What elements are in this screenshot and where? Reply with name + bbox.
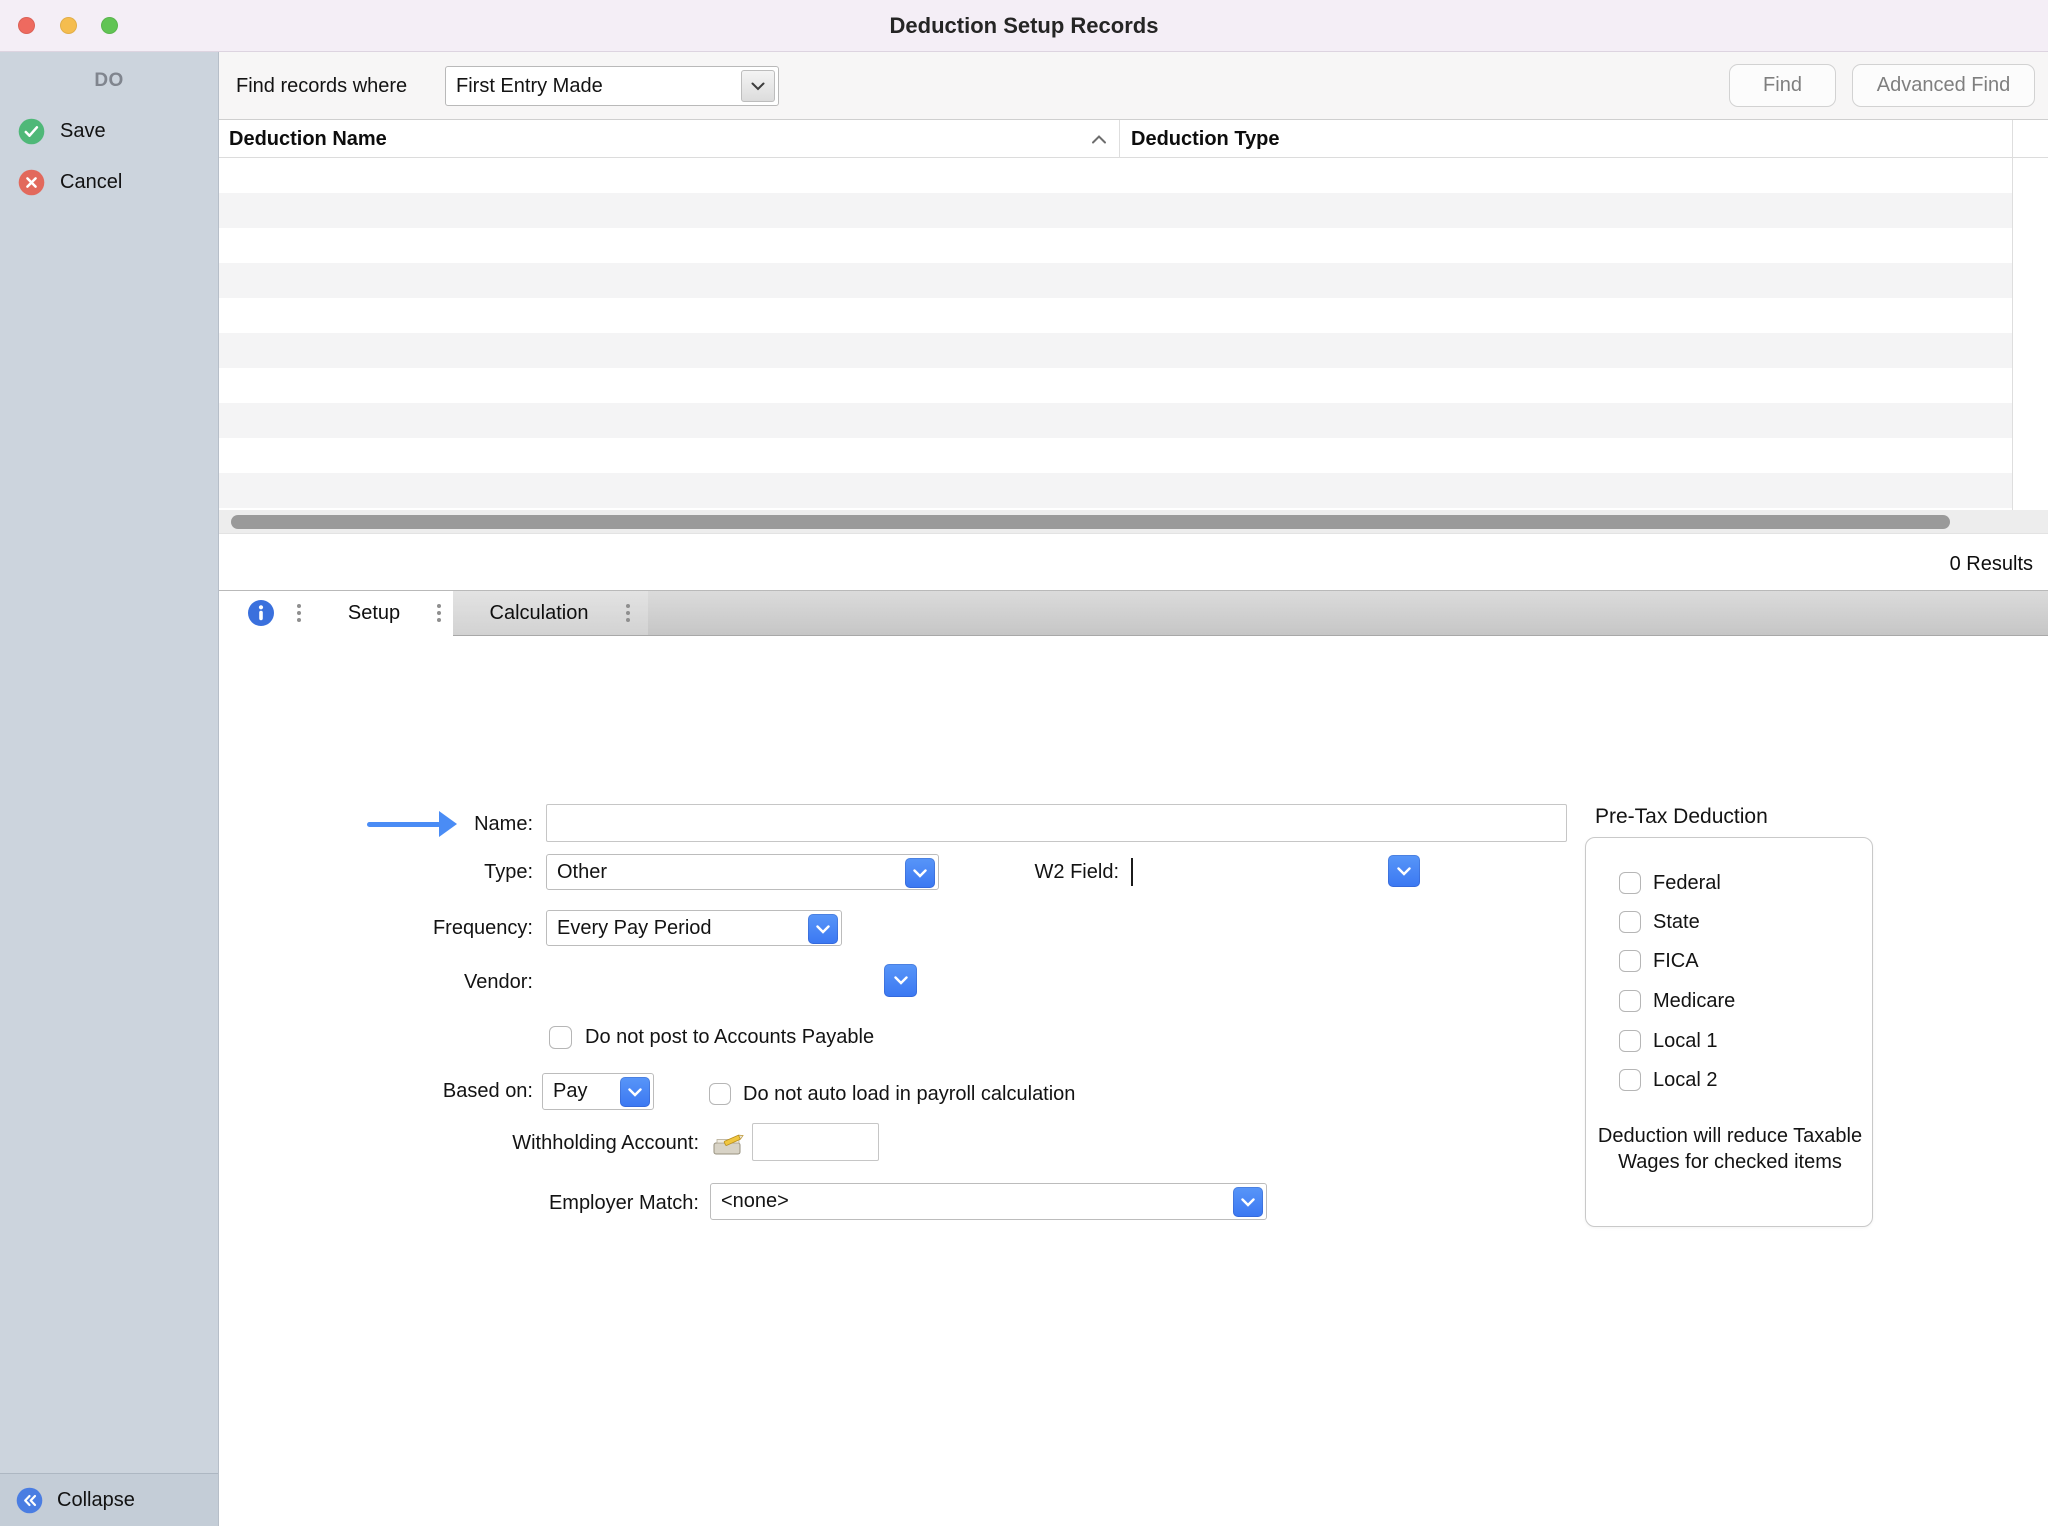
save-label: Save bbox=[60, 120, 106, 143]
tab-separator-dots bbox=[625, 604, 631, 624]
cancel-label: Cancel bbox=[60, 171, 122, 194]
tab-calculation[interactable]: Calculation bbox=[453, 591, 625, 635]
save-check-icon bbox=[18, 118, 45, 145]
collapse-chevrons-icon bbox=[16, 1487, 43, 1514]
cancel-x-icon bbox=[18, 169, 45, 196]
pretax-fica-checkbox[interactable] bbox=[1619, 950, 1641, 972]
collapse-button[interactable]: Collapse bbox=[0, 1473, 218, 1526]
type-dropdown[interactable]: Other bbox=[546, 854, 939, 890]
w2-field-label: W2 Field: bbox=[959, 858, 1119, 886]
pretax-deduction-panel: Federal State FICA Medicare Local 1 Loca… bbox=[1585, 837, 1873, 1227]
tab-separator-dots bbox=[436, 604, 442, 624]
ledger-account-icon[interactable] bbox=[712, 1130, 746, 1158]
based-on-dropdown[interactable]: Pay bbox=[542, 1073, 654, 1110]
type-value: Other bbox=[557, 855, 607, 889]
chevron-down-icon bbox=[1241, 1198, 1255, 1207]
pretax-local2-label: Local 2 bbox=[1653, 1066, 1718, 1094]
chevron-down-icon bbox=[1397, 867, 1411, 876]
find-records-where-label: Find records where bbox=[236, 52, 407, 120]
pretax-federal-label: Federal bbox=[1653, 869, 1721, 897]
chevron-down-icon bbox=[751, 82, 765, 91]
tab-setup[interactable]: Setup bbox=[315, 591, 433, 635]
frequency-value: Every Pay Period bbox=[557, 911, 712, 945]
collapse-label: Collapse bbox=[57, 1489, 135, 1512]
find-filter-value: First Entry Made bbox=[456, 67, 603, 105]
table-header: Deduction Name Deduction Type bbox=[219, 120, 2048, 158]
find-filter-dropdown[interactable]: First Entry Made bbox=[445, 66, 779, 106]
pretax-medicare-label: Medicare bbox=[1653, 987, 1735, 1015]
chevron-down-icon bbox=[913, 869, 927, 878]
pretax-local2-checkbox[interactable] bbox=[1619, 1069, 1641, 1091]
table-scrollbar-gutter bbox=[2013, 158, 2048, 510]
main-area: Find records where First Entry Made Find… bbox=[219, 52, 2048, 1526]
withholding-account-label: Withholding Account: bbox=[459, 1129, 699, 1157]
do-not-autoload-checkbox[interactable] bbox=[709, 1083, 731, 1105]
horizontal-scrollbar-track[interactable] bbox=[219, 510, 2048, 534]
employer-match-dropdown[interactable]: <none> bbox=[710, 1183, 1267, 1220]
tab-bar: Setup Calculation bbox=[219, 590, 2048, 636]
column-header-deduction-name[interactable]: Deduction Name bbox=[229, 120, 387, 158]
employer-match-value: <none> bbox=[721, 1184, 789, 1219]
sidebar-header: DO bbox=[0, 70, 218, 92]
do-not-autoload-label: Do not auto load in payroll calculation bbox=[743, 1080, 1075, 1108]
save-button[interactable]: Save bbox=[0, 115, 218, 147]
text-cursor bbox=[1131, 858, 1133, 886]
column-header-deduction-type[interactable]: Deduction Type bbox=[1131, 120, 1280, 158]
pretax-local1-checkbox[interactable] bbox=[1619, 1030, 1641, 1052]
table-body bbox=[219, 158, 2012, 510]
cancel-button[interactable]: Cancel bbox=[0, 166, 218, 198]
chevron-down-icon bbox=[628, 1088, 642, 1097]
window-title: Deduction Setup Records bbox=[0, 0, 2048, 52]
chevron-down-icon bbox=[894, 976, 908, 985]
w2-field-dropdown-button[interactable] bbox=[1388, 855, 1420, 887]
results-count: 0 Results bbox=[1950, 553, 2033, 576]
frequency-dropdown-button[interactable] bbox=[808, 914, 838, 944]
find-button[interactable]: Find bbox=[1729, 64, 1836, 107]
frequency-dropdown[interactable]: Every Pay Period bbox=[546, 910, 842, 946]
find-bar: Find records where First Entry Made Find… bbox=[219, 52, 2048, 120]
type-label: Type: bbox=[333, 858, 533, 886]
type-dropdown-button[interactable] bbox=[905, 858, 935, 888]
based-on-dropdown-button[interactable] bbox=[620, 1077, 650, 1107]
horizontal-scrollbar-thumb[interactable] bbox=[231, 515, 1950, 529]
pretax-fica-label: FICA bbox=[1653, 947, 1699, 975]
chevron-down-icon bbox=[816, 925, 830, 934]
advanced-find-button[interactable]: Advanced Find bbox=[1852, 64, 2035, 107]
pretax-state-label: State bbox=[1653, 908, 1700, 936]
do-not-post-ap-label: Do not post to Accounts Payable bbox=[585, 1023, 874, 1051]
vendor-dropdown-button[interactable] bbox=[884, 964, 917, 997]
pretax-federal-checkbox[interactable] bbox=[1619, 872, 1641, 894]
sort-ascending-icon[interactable] bbox=[1091, 135, 1107, 144]
employer-match-dropdown-button[interactable] bbox=[1233, 1187, 1263, 1217]
pretax-note: Deduction will reduce Taxable Wages for … bbox=[1596, 1123, 1864, 1175]
pretax-state-checkbox[interactable] bbox=[1619, 911, 1641, 933]
do-not-post-ap-checkbox[interactable] bbox=[549, 1026, 572, 1049]
based-on-value: Pay bbox=[553, 1074, 587, 1109]
employer-match-label: Employer Match: bbox=[459, 1189, 699, 1217]
title-bar: Deduction Setup Records bbox=[0, 0, 2048, 52]
pretax-local1-label: Local 1 bbox=[1653, 1027, 1718, 1055]
based-on-label: Based on: bbox=[333, 1077, 533, 1105]
sidebar: DO Save Cancel Collapse bbox=[0, 52, 219, 1526]
frequency-label: Frequency: bbox=[333, 914, 533, 942]
name-input[interactable] bbox=[546, 804, 1567, 842]
pretax-medicare-checkbox[interactable] bbox=[1619, 990, 1641, 1012]
pretax-deduction-title: Pre-Tax Deduction bbox=[1595, 805, 1768, 829]
info-icon[interactable] bbox=[247, 599, 275, 627]
tab-separator-dots bbox=[296, 604, 302, 624]
vendor-label: Vendor: bbox=[333, 968, 533, 996]
withholding-account-input[interactable] bbox=[752, 1123, 879, 1161]
name-label: Name: bbox=[333, 810, 533, 838]
find-filter-dropdown-button[interactable] bbox=[741, 70, 775, 102]
